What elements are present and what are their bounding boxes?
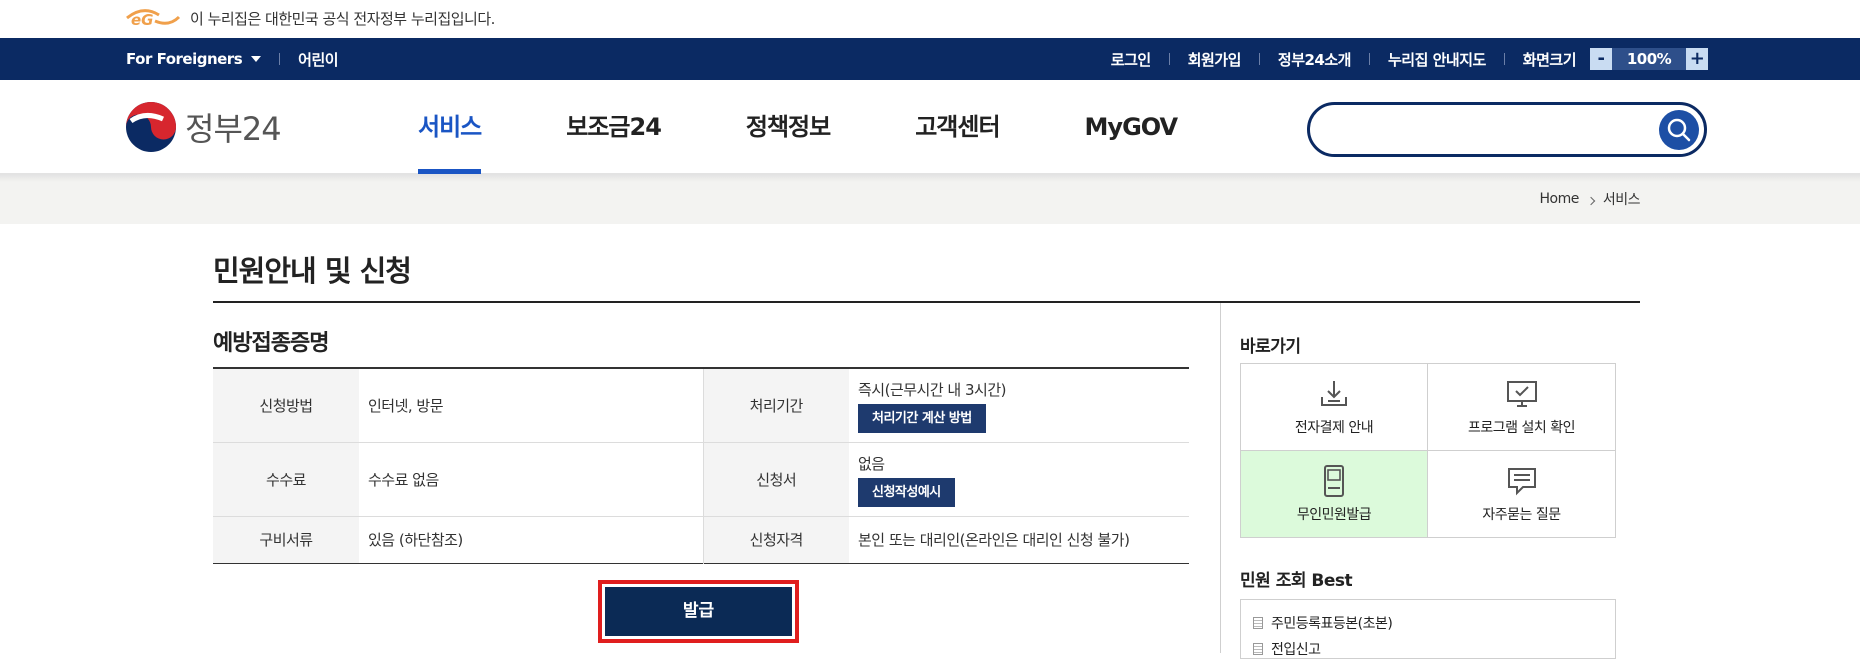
- table-row: 수수료 수수료 없음 신청서 없음 신청작성예시: [213, 442, 1189, 516]
- sidebar-divider: [1220, 303, 1221, 653]
- value-processing-period-cell: 즉시(근무시간 내 3시간) 처리기간 계산 방법: [849, 368, 1189, 442]
- label-method: 신청방법: [213, 368, 359, 442]
- quick-link-label: 자주묻는 질문: [1482, 506, 1561, 523]
- best-list: 주민등록표등본(초본) 전입신고: [1240, 599, 1616, 659]
- global-nav: 서비스 보조금24 정책정보 고객센터 MyGOV: [418, 80, 1262, 174]
- list-item-label: 전입신고: [1271, 642, 1321, 658]
- zoom-value: 100%: [1612, 48, 1686, 70]
- site-logo[interactable]: 정부24: [125, 101, 282, 153]
- document-icon: [1253, 617, 1263, 629]
- value-fee: 수수료 없음: [359, 442, 704, 516]
- quick-link-kiosk[interactable]: 무인민원발급: [1241, 450, 1428, 537]
- taegeuk-logo-icon: [126, 102, 176, 152]
- quick-link-e-payment[interactable]: 전자결제 안내: [1241, 364, 1428, 451]
- value-documents: 있음 (하단참조): [359, 516, 704, 563]
- table-row: 구비서류 있음 (하단참조) 신청자격 본인 또는 대리인(온라인은 대리인 신…: [213, 516, 1189, 563]
- eg-logo-icon: eG: [126, 9, 181, 29]
- nav-subsidy24[interactable]: 보조금24: [566, 80, 662, 174]
- title-divider: [213, 301, 1640, 303]
- label-fee: 수수료: [213, 442, 359, 516]
- application-example-button[interactable]: 신청작성예시: [858, 478, 955, 507]
- signup-link[interactable]: 회원가입: [1188, 49, 1242, 70]
- chevron-right-icon: [1586, 196, 1596, 206]
- quick-links-grid: 전자결제 안내 프로그램 설치 확인 무인민원발급 자주묻는 질문: [1240, 363, 1616, 538]
- svg-text:eG: eG: [131, 11, 154, 29]
- nav-customer-center[interactable]: 고객센터: [915, 80, 1000, 174]
- about-link[interactable]: 정부24소개: [1278, 49, 1352, 70]
- best-title: 민원 조회 Best: [1240, 571, 1353, 591]
- logo-text: 정부24: [185, 110, 282, 148]
- nav-services[interactable]: 서비스: [418, 80, 482, 174]
- divider: [1168, 53, 1170, 65]
- value-eligibility: 본인 또는 대리인(온라인은 대리인 신청 불가): [858, 531, 1130, 549]
- nav-mygov[interactable]: MyGOV: [1085, 80, 1179, 174]
- processing-period-calc-button[interactable]: 처리기간 계산 방법: [858, 404, 986, 434]
- search-icon: [1667, 118, 1691, 142]
- label-eligibility: 신청자격: [703, 516, 849, 563]
- value-method: 인터넷, 방문: [359, 368, 704, 442]
- breadcrumb-current[interactable]: 서비스: [1603, 189, 1641, 209]
- service-info-table: 신청방법 인터넷, 방문 처리기간 즉시(근무시간 내 3시간) 처리기간 계산…: [213, 367, 1189, 564]
- label-documents: 구비서류: [213, 516, 359, 563]
- zoom-in-button[interactable]: +: [1686, 48, 1708, 70]
- divider: [1503, 53, 1505, 65]
- kids-link[interactable]: 어린이: [298, 49, 338, 70]
- search-box: [1307, 102, 1707, 157]
- utility-bar: For Foreigners 어린이 로그인 회원가입 정부24소개 누리집 안…: [0, 38, 1860, 80]
- nav-policy[interactable]: 정책정보: [746, 80, 831, 174]
- divider: [1368, 53, 1370, 65]
- header-shadow: [0, 174, 1860, 182]
- caret-down-icon[interactable]: [251, 56, 262, 62]
- zoom-control: - 100% +: [1590, 48, 1708, 70]
- download-icon: [1321, 380, 1347, 406]
- sitemap-link[interactable]: 누리집 안내지도: [1388, 49, 1486, 70]
- monitor-check-icon: [1506, 380, 1537, 407]
- label-processing-period: 처리기간: [703, 368, 849, 442]
- page-title: 민원안내 및 신청: [213, 254, 412, 288]
- document-icon: [1253, 643, 1263, 655]
- divider: [1258, 53, 1260, 65]
- kiosk-icon: [1324, 464, 1344, 497]
- chat-icon: [1507, 467, 1536, 496]
- list-item[interactable]: 전입신고: [1253, 636, 1615, 662]
- list-item[interactable]: 주민등록표등본(초본): [1253, 610, 1615, 636]
- quick-link-faq[interactable]: 자주묻는 질문: [1428, 451, 1615, 538]
- breadcrumb-home[interactable]: Home: [1540, 191, 1580, 207]
- value-application-form: 없음: [858, 455, 885, 473]
- quick-link-label: 전자결제 안내: [1294, 419, 1374, 436]
- table-row: 신청방법 인터넷, 방문 처리기간 즉시(근무시간 내 3시간) 처리기간 계산…: [213, 368, 1189, 442]
- search-button[interactable]: [1659, 110, 1699, 150]
- screen-size-label: 화면크기: [1522, 50, 1577, 69]
- zoom-out-button[interactable]: -: [1590, 48, 1612, 70]
- search-input[interactable]: [1330, 115, 1650, 145]
- value-processing-period: 즉시(근무시간 내 3시간): [858, 381, 1007, 400]
- value-application-form-cell: 없음 신청작성예시: [849, 442, 1189, 516]
- label-application-form: 신청서: [703, 442, 849, 516]
- quick-link-label: 무인민원발급: [1296, 506, 1372, 523]
- service-name: 예방접종증명: [213, 331, 329, 356]
- main-header: 정부24 서비스 보조금24 정책정보 고객센터 MyGOV: [0, 80, 1860, 174]
- gov-banner-text: 이 누리집은 대한민국 공식 전자정부 누리집입니다.: [190, 10, 495, 28]
- gov-official-banner: eG 이 누리집은 대한민국 공식 전자정부 누리집입니다.: [0, 0, 1860, 38]
- list-item-label: 주민등록표등본(초본): [1271, 616, 1393, 632]
- quick-links-title: 바로가기: [1240, 337, 1301, 357]
- quick-link-program-check[interactable]: 프로그램 설치 확인: [1428, 364, 1615, 451]
- login-link[interactable]: 로그인: [1111, 49, 1151, 70]
- for-foreigners-menu[interactable]: For Foreigners: [126, 50, 243, 68]
- quick-link-label: 프로그램 설치 확인: [1468, 419, 1575, 436]
- divider: [279, 53, 281, 65]
- issue-button[interactable]: 발급: [605, 587, 792, 636]
